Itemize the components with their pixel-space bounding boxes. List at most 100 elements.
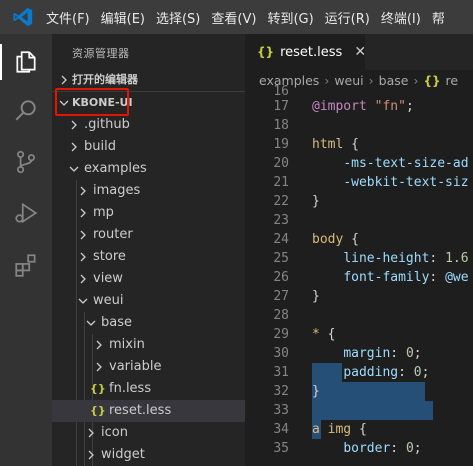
breadcrumb-item[interactable]: weui <box>334 73 363 88</box>
tree-item-label: .github <box>84 117 130 132</box>
menu-view[interactable]: 查看(V) <box>211 8 256 27</box>
tree-folder-store[interactable]: store <box>52 246 245 268</box>
tree-folder-mixin[interactable]: mixin <box>52 334 245 356</box>
chevron-right-icon <box>61 75 67 85</box>
chevron-right-icon: › <box>368 73 374 88</box>
tree-item-label: examples <box>84 161 147 176</box>
tree-item-label: fn.less <box>109 381 152 396</box>
tree-item-label: images <box>93 183 141 198</box>
tree-item-label: store <box>93 249 126 264</box>
activity-bar <box>0 34 52 466</box>
less-file-icon: {} <box>90 404 106 417</box>
code-line: font-family: @we <box>343 270 469 285</box>
code-line: } <box>312 384 320 399</box>
chevron-right-icon <box>88 428 94 438</box>
menu-selection[interactable]: 选择(S) <box>156 8 200 27</box>
tree-folder-github[interactable]: .github <box>52 114 245 136</box>
tree-item-label: variable <box>109 359 162 374</box>
tree-file-fn-less[interactable]: {} fn.less <box>52 378 245 400</box>
tree-folder-router[interactable]: router <box>52 224 245 246</box>
run-debug-icon[interactable] <box>13 200 39 226</box>
tree-item-label: widget <box>101 447 145 462</box>
chevron-down-icon <box>86 320 96 326</box>
tree-folder-weui[interactable]: weui <box>52 290 245 312</box>
tree-folder-view[interactable]: view <box>52 268 245 290</box>
editor-tabs: {} reset.less ✕ <box>245 34 473 70</box>
chevron-down-icon <box>78 298 88 304</box>
active-indicator <box>0 44 2 80</box>
selection-highlight <box>312 382 425 401</box>
tree-item-label: reset.less <box>109 403 172 418</box>
code-line: } <box>312 194 320 209</box>
tree-item-label: weui <box>93 293 124 308</box>
tree-folder-mp[interactable]: mp <box>52 202 245 224</box>
tree-folder-examples[interactable]: examples <box>52 158 245 180</box>
extensions-icon[interactable] <box>13 252 39 278</box>
line-number: 24 <box>273 232 289 247</box>
tree-file-reset-less[interactable]: {} reset.less <box>52 400 245 422</box>
line-number: 17 <box>273 99 289 114</box>
less-file-icon: {} <box>90 382 106 395</box>
code-line: a img { <box>312 422 367 437</box>
tree-item-label: icon <box>101 425 128 440</box>
line-number: 25 <box>273 251 289 266</box>
menu-edit[interactable]: 编辑(E) <box>101 8 145 27</box>
menu-go[interactable]: 转到(G) <box>267 8 313 27</box>
breadcrumb-item[interactable]: re <box>446 73 459 88</box>
line-number: 18 <box>273 118 289 133</box>
tree-folder-images[interactable]: images <box>52 180 245 202</box>
tree-item-label: build <box>84 139 116 154</box>
chevron-right-icon <box>80 252 86 262</box>
tree-folder-icon[interactable]: icon <box>52 422 245 444</box>
tree-item-label: router <box>93 227 133 242</box>
chevron-right-icon <box>80 274 86 284</box>
menu-help[interactable]: 帮 <box>432 8 445 27</box>
line-number: 27 <box>273 289 289 304</box>
close-icon[interactable]: ✕ <box>354 44 366 60</box>
chevron-right-icon <box>96 340 102 350</box>
tree-item-label: view <box>93 271 123 286</box>
tree-folder-build[interactable]: build <box>52 136 245 158</box>
chevron-down-icon <box>69 166 79 172</box>
code-line: -webkit-text-siz <box>343 175 469 190</box>
tree-folder-base[interactable]: base <box>52 312 245 334</box>
line-number: 19 <box>273 137 289 152</box>
tab-reset-less[interactable]: {} reset.less ✕ <box>245 34 366 70</box>
line-number: 29 <box>273 327 289 342</box>
code-line: body { <box>312 232 359 247</box>
chevron-right-icon <box>88 450 94 460</box>
line-number: 22 <box>273 194 289 209</box>
code-line: * { <box>312 327 336 342</box>
line-number: 31 <box>273 365 289 380</box>
line-number: 32 <box>273 384 289 399</box>
tree-folder-variable[interactable]: variable <box>52 356 245 378</box>
source-control-icon[interactable] <box>13 149 39 175</box>
code-line: -ms-text-size-ad <box>343 156 469 171</box>
explorer-icon[interactable] <box>13 49 39 75</box>
line-number: 34 <box>273 422 289 437</box>
chevron-right-icon <box>96 362 102 372</box>
tab-label: reset.less <box>280 44 343 60</box>
menu-terminal[interactable]: 终端(I) <box>381 8 421 27</box>
code-line: padding: 0; <box>343 365 430 380</box>
code-editor[interactable]: 16 17 @import "fn"; 18 19 html {20 -ms-text-… <box>245 84 473 466</box>
chevron-right-icon <box>71 142 77 152</box>
tree-item-label: mixin <box>109 337 145 352</box>
selection-highlight <box>312 401 433 420</box>
menu-run[interactable]: 运行(R) <box>325 8 370 27</box>
explorer-title: 资源管理器 <box>72 47 130 60</box>
less-file-icon: {} <box>257 45 275 59</box>
line-number: 21 <box>273 175 289 190</box>
tree-folder-widget[interactable]: widget <box>52 444 245 466</box>
breadcrumb-item[interactable]: base <box>379 73 409 88</box>
line-number: 30 <box>273 346 289 361</box>
chevron-right-icon: › <box>413 73 419 88</box>
code-line: } <box>312 289 320 304</box>
menu-file[interactable]: 文件(F) <box>46 8 90 27</box>
title-bar: 文件(F) 编辑(E) 选择(S) 查看(V) 转到(G) 运行(R) 终端(I… <box>0 0 473 34</box>
chevron-right-icon <box>80 186 86 196</box>
search-icon[interactable] <box>13 97 39 123</box>
vscode-logo-icon[interactable] <box>12 6 34 28</box>
less-file-icon: {} <box>423 74 441 88</box>
line-number: 33 <box>273 403 289 418</box>
